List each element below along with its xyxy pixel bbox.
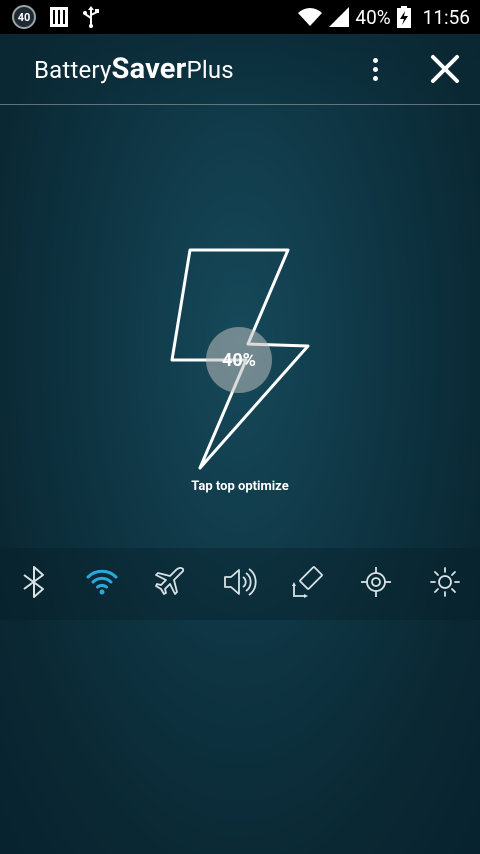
notification-count-icon: 40 (12, 5, 36, 29)
airplane-toggle[interactable] (153, 564, 189, 600)
auto-rotate-toggle[interactable] (290, 564, 326, 600)
wifi-icon (298, 8, 323, 26)
sound-icon (224, 568, 257, 596)
airplane-icon (155, 567, 185, 595)
status-bar: 40 40% 11:56 (0, 0, 480, 34)
close-icon[interactable] (428, 52, 462, 86)
storage-icon (50, 7, 68, 27)
signal-icon (329, 7, 350, 27)
optimize-hint: Tap top optimize (191, 479, 289, 494)
battery-level-button[interactable]: 40% (206, 327, 272, 393)
wifi-icon (86, 569, 118, 595)
usb-icon (83, 6, 99, 28)
brightness-toggle[interactable] (427, 564, 463, 600)
rotate-icon (292, 566, 323, 598)
clock: 11:56 (422, 5, 470, 29)
bluetooth-icon (23, 566, 44, 598)
bluetooth-toggle[interactable] (16, 564, 52, 600)
battery-percent: 40% (355, 5, 391, 29)
battery-charging-icon (396, 6, 411, 28)
brightness-icon (430, 567, 460, 597)
app-title-part1: Battery (34, 56, 112, 84)
wifi-toggle[interactable] (84, 564, 120, 600)
app-title-part3: Plus (186, 56, 234, 84)
app-bar: BatterySaverPlus (0, 34, 480, 105)
sound-toggle[interactable] (221, 564, 257, 600)
toggle-bar (0, 548, 480, 620)
app-title: BatterySaverPlus (34, 52, 234, 86)
gps-toggle[interactable] (358, 564, 394, 600)
overflow-menu-icon[interactable] (360, 54, 390, 84)
app-title-part2: Saver (111, 52, 187, 86)
gps-icon (361, 567, 391, 597)
